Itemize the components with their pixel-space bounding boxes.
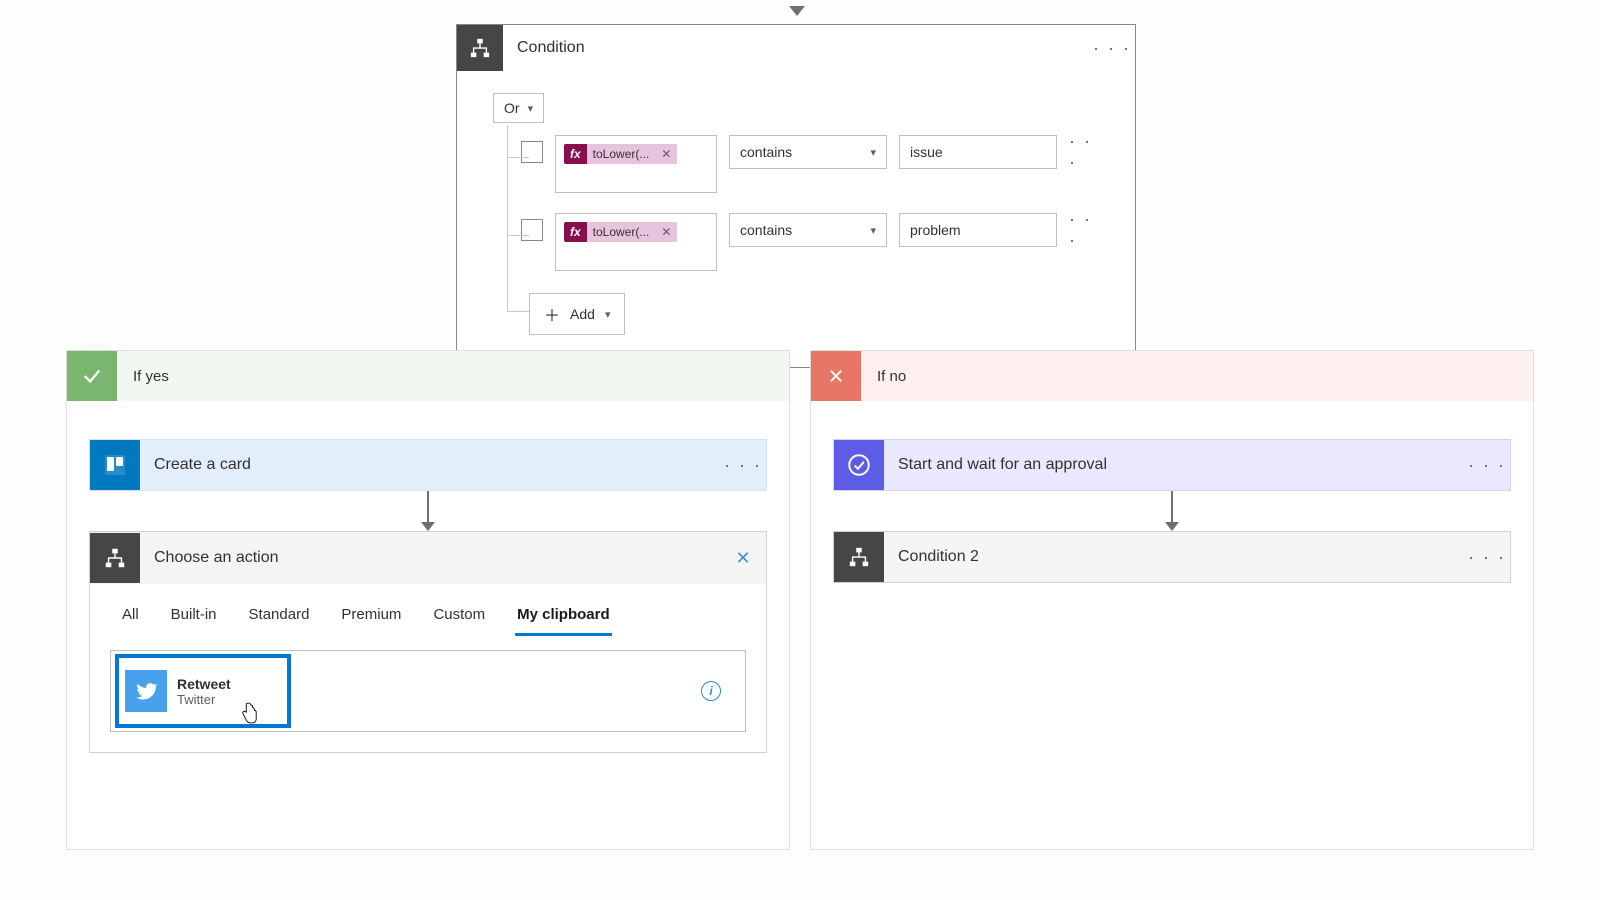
- clipboard-item-connector: Twitter: [177, 692, 231, 707]
- action-more-menu[interactable]: · · ·: [1464, 534, 1510, 580]
- rule-operator-label: contains: [740, 144, 792, 160]
- choose-action-header: Choose an action ✕: [90, 532, 766, 584]
- clipboard-item-name: Retweet: [177, 676, 231, 692]
- rule-operator-dropdown[interactable]: contains ▾: [729, 135, 887, 169]
- clipboard-item-retweet[interactable]: Retweet Twitter: [115, 654, 291, 728]
- expression-token-text: toLower(...: [587, 144, 656, 164]
- tab-custom[interactable]: Custom: [431, 600, 487, 636]
- branch-yes-label: If yes: [117, 368, 789, 385]
- trello-icon: [90, 440, 140, 490]
- group-operator-dropdown[interactable]: Or ▾: [493, 93, 544, 123]
- action-more-menu[interactable]: · · ·: [720, 442, 766, 488]
- condition-more-menu[interactable]: · · ·: [1089, 25, 1135, 71]
- close-button[interactable]: ✕: [720, 548, 766, 569]
- condition-add-row: ＋ Add ▾: [493, 281, 1099, 341]
- tab-my-clipboard[interactable]: My clipboard: [515, 600, 612, 636]
- branch-if-yes: If yes Create a card · · ·: [66, 350, 790, 850]
- condition-rules-tree: fx toLower(... ✕ contains ▾ issue · · ·: [493, 125, 1099, 341]
- fx-icon: fx: [564, 222, 587, 242]
- condition-card: Condition · · · Or ▾ fx toLower(... ✕: [456, 24, 1136, 368]
- action-category-tabs: All Built-in Standard Premium Custom My …: [90, 584, 766, 636]
- rule-value-text: problem: [910, 222, 961, 238]
- action-condition-2[interactable]: Condition 2 · · ·: [833, 531, 1511, 583]
- condition-icon: [457, 25, 503, 71]
- tab-all[interactable]: All: [120, 600, 141, 636]
- action-more-menu[interactable]: · · ·: [1464, 442, 1510, 488]
- rule-value-input[interactable]: problem: [899, 213, 1057, 247]
- rule-value-text: issue: [910, 144, 943, 160]
- expression-token[interactable]: fx toLower(... ✕: [564, 222, 677, 242]
- chevron-down-icon: ▾: [870, 224, 876, 237]
- remove-token-button[interactable]: ✕: [655, 144, 677, 164]
- tab-built-in[interactable]: Built-in: [169, 600, 219, 636]
- twitter-icon: [125, 670, 167, 712]
- condition-rule-row: fx toLower(... ✕ contains ▾ problem · · …: [493, 203, 1099, 281]
- check-icon: [67, 351, 117, 401]
- choose-action-title: Choose an action: [140, 549, 720, 567]
- condition-icon: [834, 532, 884, 582]
- flow-arrow-icon: [833, 491, 1511, 531]
- rule-value-input[interactable]: issue: [899, 135, 1057, 169]
- add-rule-label: Add: [570, 306, 595, 322]
- chevron-down-icon: ▾: [605, 308, 611, 321]
- action-create-card[interactable]: Create a card · · ·: [89, 439, 767, 491]
- tab-standard[interactable]: Standard: [247, 600, 312, 636]
- chevron-down-icon: ▾: [528, 102, 534, 115]
- rule-left-expression[interactable]: fx toLower(... ✕: [555, 213, 717, 271]
- action-condition-2-title: Condition 2: [884, 548, 1464, 566]
- rule-operator-dropdown[interactable]: contains ▾: [729, 213, 887, 247]
- rule-checkbox[interactable]: [521, 219, 543, 241]
- chevron-down-icon: ▾: [870, 146, 876, 159]
- choose-action-panel: Choose an action ✕ All Built-in Standard…: [89, 531, 767, 753]
- approval-icon: [834, 440, 884, 490]
- action-start-approval-title: Start and wait for an approval: [884, 456, 1464, 474]
- branch-no-header: If no: [811, 351, 1533, 401]
- condition-rule-row: fx toLower(... ✕ contains ▾ issue · · ·: [493, 125, 1099, 203]
- rule-operator-label: contains: [740, 222, 792, 238]
- condition-title: Condition: [503, 39, 1089, 57]
- flow-arrow-icon: [89, 491, 767, 531]
- rule-checkbox[interactable]: [521, 141, 543, 163]
- branch-no-label: If no: [861, 368, 1533, 385]
- remove-token-button[interactable]: ✕: [655, 222, 677, 242]
- rule-left-expression[interactable]: fx toLower(... ✕: [555, 135, 717, 193]
- choose-action-icon: [90, 533, 140, 583]
- tree-connector-icon: [493, 125, 521, 203]
- info-icon[interactable]: i: [701, 681, 721, 701]
- action-create-card-title: Create a card: [140, 456, 720, 474]
- expression-token-text: toLower(...: [587, 222, 656, 242]
- rule-more-menu[interactable]: · · ·: [1069, 135, 1099, 169]
- close-icon: [811, 351, 861, 401]
- fx-icon: fx: [564, 144, 587, 164]
- flow-arrow-incoming-icon: [789, 6, 805, 16]
- tree-connector-icon: [493, 281, 529, 341]
- tree-connector-icon: [493, 203, 521, 281]
- condition-body: Or ▾ fx toLower(... ✕ cont: [457, 71, 1135, 367]
- clipboard-action-row[interactable]: Retweet Twitter i: [110, 650, 746, 732]
- rule-more-menu[interactable]: · · ·: [1069, 213, 1099, 247]
- plus-icon: ＋: [544, 302, 560, 326]
- condition-card-header[interactable]: Condition · · ·: [457, 25, 1135, 71]
- branch-yes-header: If yes: [67, 351, 789, 401]
- branch-if-no: If no Start and wait for an approval · ·…: [810, 350, 1534, 850]
- tab-premium[interactable]: Premium: [339, 600, 403, 636]
- expression-token[interactable]: fx toLower(... ✕: [564, 144, 677, 164]
- add-rule-button[interactable]: ＋ Add ▾: [529, 293, 625, 335]
- action-start-approval[interactable]: Start and wait for an approval · · ·: [833, 439, 1511, 491]
- group-operator-label: Or: [504, 100, 520, 116]
